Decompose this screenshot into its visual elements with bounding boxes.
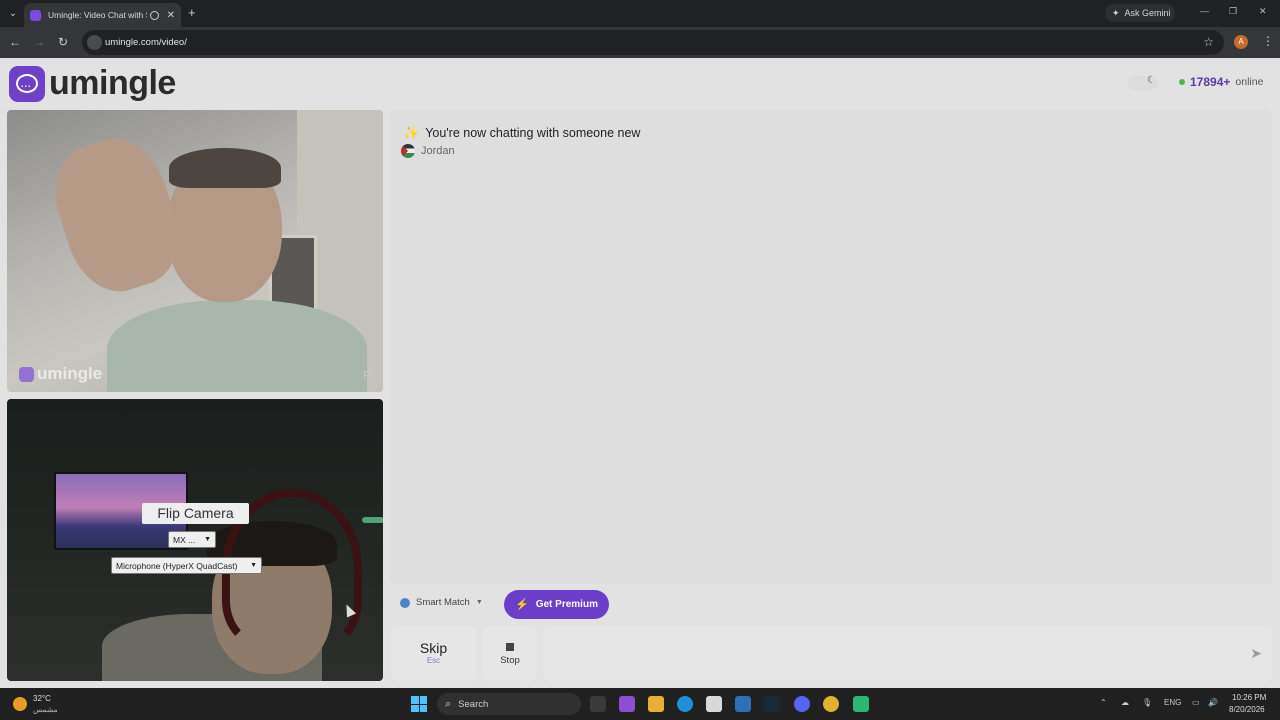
clock-date[interactable]: 8/20/2026 bbox=[1229, 705, 1265, 714]
stop-label: Stop bbox=[500, 655, 520, 666]
ask-gemini-label: Ask Gemini bbox=[1124, 8, 1171, 18]
tab-title: Umingle: Video Chat with S bbox=[48, 10, 147, 20]
sparkle-icon: ✨ bbox=[403, 125, 420, 140]
browser-tab-bar: ⌄ Umingle: Video Chat with S ✕ + ✦ Ask G… bbox=[0, 0, 1280, 27]
smart-match-label: Smart Match bbox=[416, 597, 470, 608]
taskbar-search-label: Search bbox=[458, 698, 489, 710]
microphone-select-value: Microphone (HyperX QuadCast) bbox=[116, 560, 238, 571]
edge-icon[interactable] bbox=[677, 696, 693, 712]
smart-match-dropdown[interactable]: Smart Match ▼ bbox=[400, 597, 483, 608]
mail-icon[interactable] bbox=[735, 696, 751, 712]
chevron-down-icon: ▼ bbox=[475, 599, 483, 606]
globe-icon bbox=[400, 597, 410, 608]
camera-select[interactable]: MX ... ▼ bbox=[168, 531, 216, 548]
microphone-icon[interactable]: 🎙 bbox=[1142, 698, 1152, 707]
language-indicator[interactable]: ENG bbox=[1164, 698, 1181, 707]
restore-icon[interactable]: ❐ bbox=[1229, 6, 1237, 17]
clock-time[interactable]: 10:26 PM bbox=[1232, 693, 1266, 702]
skip-button[interactable]: Skip Esc bbox=[391, 626, 476, 681]
lightning-icon: ⚡ bbox=[515, 599, 529, 611]
address-bar[interactable]: umingle.com/video/ ☆ bbox=[82, 30, 1224, 55]
task-view-icon[interactable] bbox=[590, 696, 606, 712]
store-icon[interactable] bbox=[706, 696, 722, 712]
message-input[interactable]: ➤ bbox=[544, 626, 1272, 681]
country-flag-icon bbox=[401, 144, 415, 158]
weather-description: مشمس bbox=[33, 705, 58, 714]
dark-mode-toggle[interactable]: ☾ bbox=[1128, 75, 1158, 90]
recording-indicator-icon bbox=[149, 10, 159, 20]
page: ... umingle ☾ 17894+ online umingle ⚐ Fl… bbox=[0, 58, 1280, 688]
video-watermark: umingle bbox=[19, 364, 102, 384]
steam-icon[interactable] bbox=[764, 696, 780, 712]
skip-shortcut: Esc bbox=[426, 656, 441, 665]
tray-overflow-icon[interactable]: ⌃ bbox=[1100, 698, 1107, 707]
get-premium-button[interactable]: ⚡ Get Premium bbox=[504, 590, 609, 619]
copilot-icon[interactable] bbox=[619, 696, 635, 712]
bookmark-star-icon[interactable]: ☆ bbox=[1203, 35, 1214, 49]
url-text: umingle.com/video/ bbox=[105, 37, 187, 48]
chrome-icon[interactable] bbox=[823, 696, 839, 712]
browser-tab[interactable]: Umingle: Video Chat with S ✕ bbox=[24, 3, 181, 27]
ask-gemini-button[interactable]: ✦ Ask Gemini bbox=[1105, 4, 1175, 22]
new-tab-icon[interactable]: + bbox=[188, 5, 196, 20]
umingle-logo[interactable]: ... umingle bbox=[9, 64, 176, 103]
app-icon[interactable] bbox=[853, 696, 869, 712]
remote-video: umingle ⚐ bbox=[7, 110, 383, 392]
logo-text: umingle bbox=[49, 64, 176, 102]
volume-icon[interactable]: 🔊 bbox=[1208, 698, 1218, 707]
network-cloud-icon[interactable]: ☁ bbox=[1121, 698, 1129, 707]
local-video: Flip Camera MX ... ▼ Microphone (HyperX … bbox=[7, 399, 383, 681]
chat-partner: Jordan bbox=[401, 144, 455, 158]
close-tab-icon[interactable]: ✕ bbox=[167, 10, 175, 21]
taskbar: 32°C مشمس ⌕ Search ⌃ ☁ 🎙 ENG ▭ 🔊 10:26 P… bbox=[0, 688, 1280, 720]
display-icon[interactable]: ▭ bbox=[1192, 698, 1200, 707]
discord-icon[interactable] bbox=[794, 696, 810, 712]
watermark-text: umingle bbox=[37, 364, 103, 383]
online-count: 17894+ bbox=[1190, 75, 1231, 89]
tab-search-icon[interactable]: ⌄ bbox=[5, 6, 21, 21]
chat-status: ✨ You're now chatting with someone new bbox=[403, 125, 640, 141]
profile-avatar[interactable]: A bbox=[1234, 35, 1248, 49]
site-info-icon[interactable] bbox=[87, 35, 102, 50]
stop-icon bbox=[506, 643, 514, 651]
forward-icon[interactable]: → bbox=[33, 35, 45, 49]
stop-button[interactable]: Stop bbox=[483, 626, 537, 681]
chat-panel: ✨ You're now chatting with someone new J… bbox=[390, 110, 1272, 584]
chevron-down-icon: ▼ bbox=[250, 562, 257, 569]
skip-label: Skip bbox=[419, 640, 448, 656]
send-icon[interactable]: ➤ bbox=[1250, 645, 1262, 662]
online-counter: 17894+ online bbox=[1179, 75, 1263, 89]
microphone-select[interactable]: Microphone (HyperX QuadCast) ▼ bbox=[111, 557, 262, 574]
gemini-icon: ✦ bbox=[1112, 7, 1120, 18]
minimize-icon[interactable]: — bbox=[1200, 6, 1209, 16]
chevron-down-icon: ▼ bbox=[204, 536, 211, 543]
browser-menu-icon[interactable]: ⋮ bbox=[1262, 34, 1274, 48]
umingle-favicon-icon bbox=[30, 9, 41, 21]
back-icon[interactable]: ← bbox=[9, 35, 21, 49]
online-status-dot bbox=[1179, 79, 1185, 85]
reload-icon[interactable]: ↻ bbox=[58, 35, 68, 49]
get-premium-label: Get Premium bbox=[535, 599, 598, 610]
online-label: online bbox=[1235, 76, 1264, 88]
chat-status-message: You're now chatting with someone new bbox=[425, 126, 641, 140]
close-window-icon[interactable]: ✕ bbox=[1259, 6, 1267, 17]
camera-select-value: MX ... bbox=[173, 534, 196, 545]
taskbar-search[interactable]: ⌕ Search bbox=[437, 693, 581, 715]
report-flag-icon[interactable]: ⚐ bbox=[362, 369, 372, 382]
start-icon[interactable] bbox=[411, 696, 427, 712]
flip-camera-button[interactable]: Flip Camera bbox=[142, 503, 249, 524]
logo-chat-icon: ... bbox=[9, 65, 45, 102]
watermark-logo-icon bbox=[19, 366, 34, 382]
file-explorer-icon[interactable] bbox=[648, 696, 664, 712]
weather-temperature: 32°C bbox=[33, 694, 51, 703]
search-icon: ⌕ bbox=[445, 697, 452, 710]
browser-toolbar: ← → ↻ umingle.com/video/ ☆ bbox=[0, 27, 1280, 58]
partner-name: Jordan bbox=[421, 145, 455, 157]
weather-sun-icon[interactable] bbox=[13, 697, 27, 711]
moon-icon: ☾ bbox=[1147, 75, 1156, 86]
